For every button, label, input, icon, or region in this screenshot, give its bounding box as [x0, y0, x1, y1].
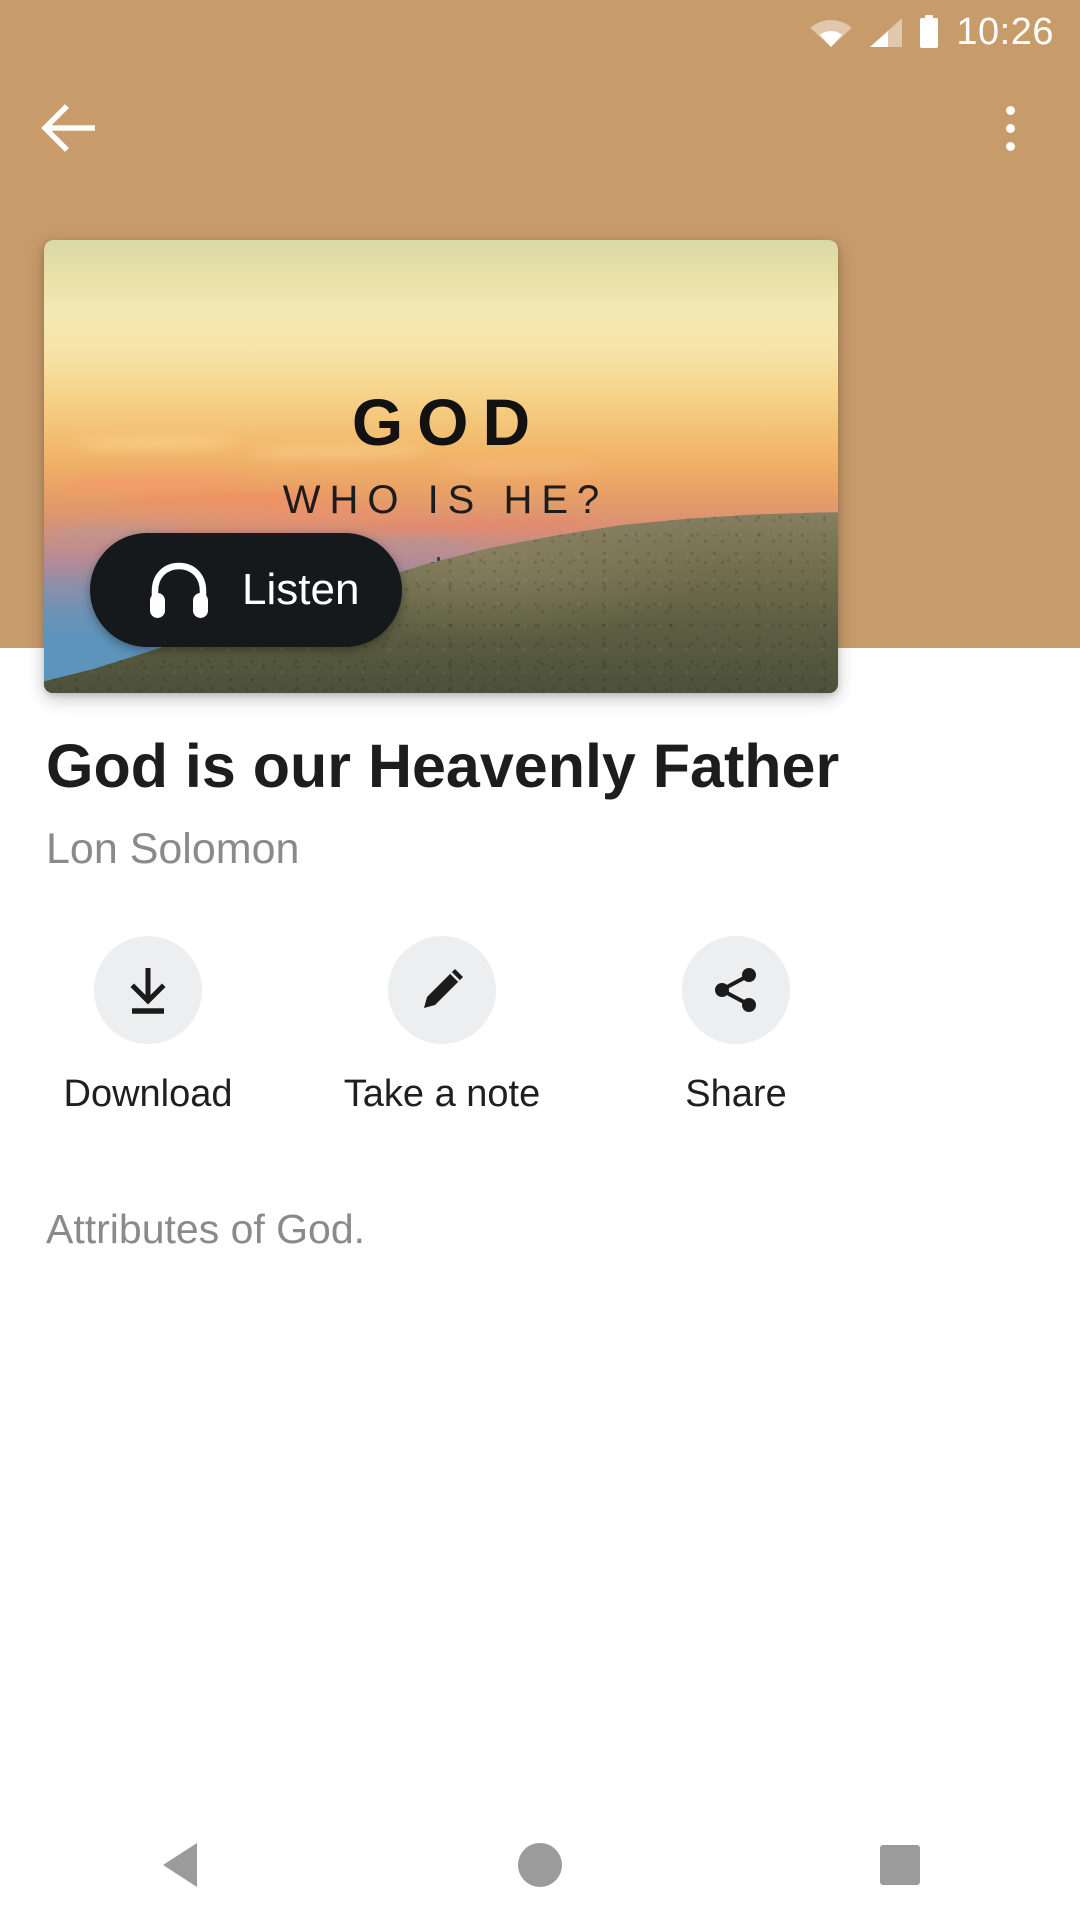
take-a-note-button[interactable]: Take a note	[340, 936, 544, 1113]
status-icon-group	[810, 15, 940, 49]
take-a-note-button-circle	[388, 936, 496, 1044]
headphones-icon	[148, 561, 210, 619]
nav-recents-icon	[880, 1845, 920, 1885]
back-button[interactable]	[34, 92, 106, 164]
android-navigation-bar	[0, 1810, 1080, 1920]
sermon-detail-content: God is our Heavenly Father Lon Solomon D…	[0, 648, 1080, 1920]
status-bar: 10:26	[0, 0, 1080, 64]
download-button-label: Download	[63, 1073, 233, 1115]
download-button[interactable]: Download	[46, 936, 250, 1113]
action-button-row: Download Take a note Share	[46, 936, 1036, 1113]
listen-button-label: Listen	[242, 565, 360, 614]
cellular-signal-icon	[870, 18, 903, 47]
battery-icon	[920, 15, 939, 48]
more-vertical-icon	[1005, 123, 1015, 133]
share-button-label: Share	[685, 1073, 787, 1115]
nav-back-icon	[163, 1843, 197, 1887]
share-icon	[715, 968, 756, 1012]
sermon-description: Attributes of God.	[46, 1206, 366, 1252]
share-button[interactable]: Share	[634, 936, 838, 1113]
more-vertical-icon	[1005, 141, 1015, 151]
app-bar	[0, 64, 1080, 190]
nav-home-button[interactable]	[480, 1810, 600, 1920]
download-button-circle	[94, 936, 202, 1044]
take-a-note-button-label: Take a note	[343, 1073, 541, 1115]
artwork-title: GOD	[351, 385, 545, 460]
nav-recents-button[interactable]	[840, 1810, 960, 1920]
speaker-name: Lon Solomon	[46, 825, 300, 873]
share-button-circle	[682, 936, 790, 1044]
nav-home-icon	[518, 1843, 562, 1887]
arrow-left-icon	[41, 104, 95, 152]
wifi-icon	[810, 20, 852, 47]
pencil-icon	[424, 969, 463, 1008]
page-title: God is our Heavenly Father	[46, 732, 840, 800]
artwork-subtitle: WHO IS HE?	[282, 478, 609, 523]
overflow-menu-button[interactable]	[974, 92, 1046, 164]
nav-back-button[interactable]	[120, 1810, 240, 1920]
status-time: 10:26	[956, 11, 1054, 53]
download-icon	[130, 968, 166, 1014]
listen-button[interactable]: Listen	[90, 533, 402, 647]
more-vertical-icon	[1005, 105, 1015, 115]
